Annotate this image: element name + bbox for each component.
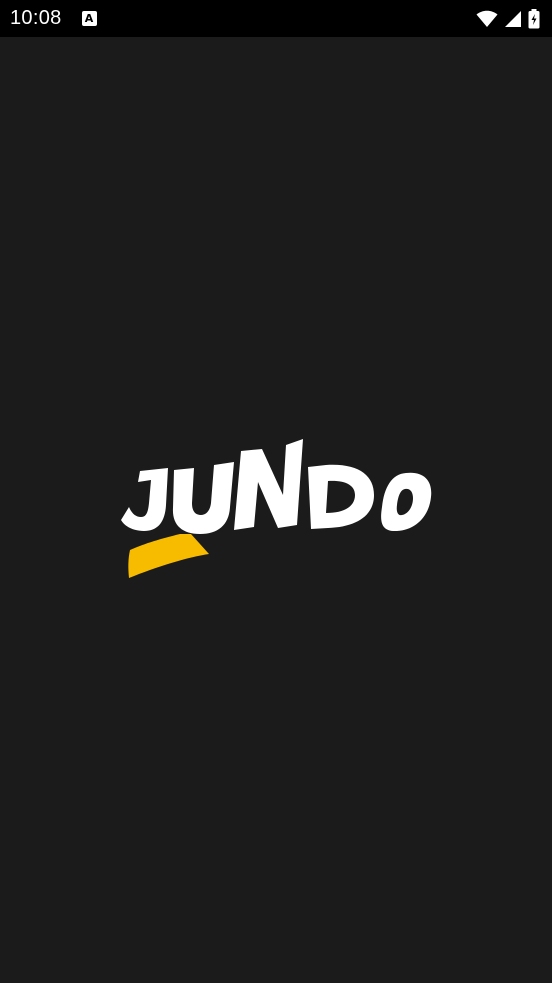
- battery-charging-icon: [528, 8, 540, 29]
- status-bar: 10:08 A: [0, 0, 552, 37]
- cellular-signal-icon: [504, 10, 522, 28]
- status-icons: [476, 8, 540, 29]
- app-screen: 10:08 A: [0, 0, 552, 983]
- splash-content: [0, 37, 552, 983]
- wifi-icon: [476, 10, 498, 28]
- status-time: 10:08: [10, 7, 62, 29]
- jundo-logo: [116, 435, 438, 585]
- a-box-icon: A: [81, 11, 97, 26]
